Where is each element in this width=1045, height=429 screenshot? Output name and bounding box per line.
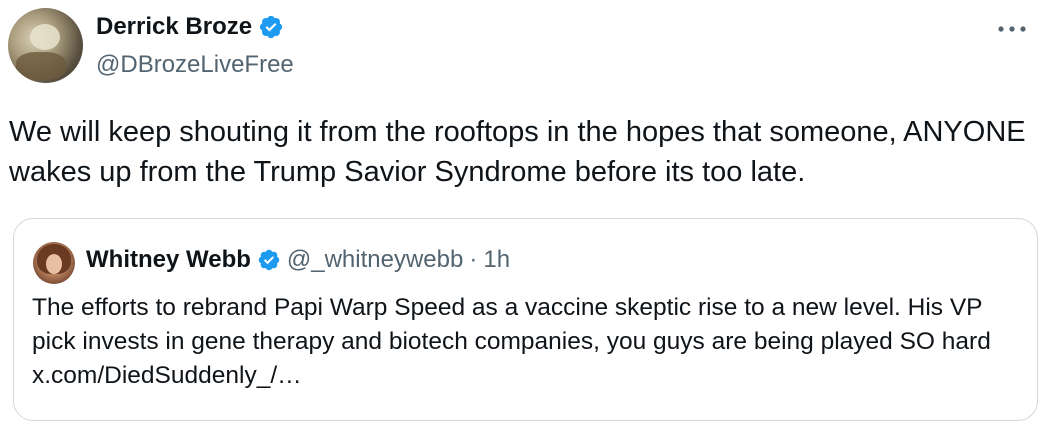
quoted-author-handle[interactable]: @_whitneywebb	[287, 245, 463, 275]
avatar-detail	[30, 24, 60, 50]
verified-badge-icon	[258, 14, 284, 40]
quoted-author-avatar[interactable]	[33, 242, 75, 284]
author-avatar[interactable]	[8, 8, 83, 83]
quoted-tweet-header: Whitney Webb @_whitneywebb · 1h	[86, 245, 510, 275]
more-horizontal-icon	[998, 26, 1026, 32]
author-name-row: Derrick Broze	[96, 12, 284, 42]
author-handle[interactable]: @DBrozeLiveFree	[96, 50, 294, 80]
quoted-author-display-name[interactable]: Whitney Webb	[86, 245, 251, 275]
more-options-button[interactable]	[995, 14, 1029, 44]
avatar-detail	[16, 52, 66, 80]
author-display-name[interactable]: Derrick Broze	[96, 12, 252, 42]
quoted-tweet-text: The efforts to rebrand Papi Warp Speed a…	[32, 294, 991, 389]
tweet: Derrick Broze @DBrozeLiveFree We will ke…	[0, 0, 1045, 429]
avatar-detail	[46, 254, 62, 274]
tweet-text: We will keep shouting it from the roofto…	[9, 116, 1034, 188]
separator-dot: ·	[469, 246, 478, 273]
verified-badge-icon	[257, 248, 281, 272]
quoted-tweet-card[interactable]: Whitney Webb @_whitneywebb · 1h The effo…	[13, 218, 1038, 421]
quoted-tweet-timestamp[interactable]: 1h	[483, 245, 510, 275]
